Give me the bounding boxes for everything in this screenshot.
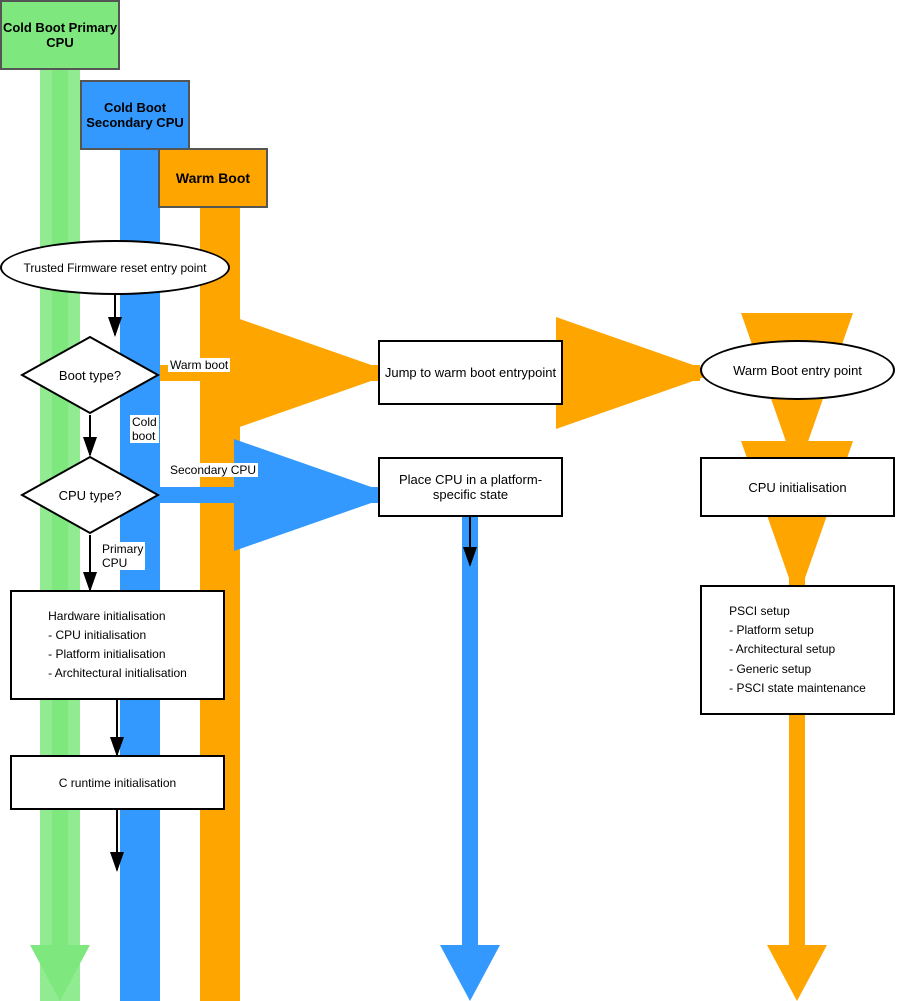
cold-boot-secondary-label: Cold Boot Secondary CPU xyxy=(80,80,190,150)
warm-boot-arrow-label: Warm boot xyxy=(168,358,230,372)
secondary-cpu-arrow-label: Secondary CPU xyxy=(168,463,258,477)
cpu-init-box: CPU initialisation xyxy=(700,457,895,517)
hw-init-box: Hardware initialisation - CPU initialisa… xyxy=(10,590,225,700)
primary-cpu-arrow-label: PrimaryCPU xyxy=(100,542,145,570)
diagram: Cold Boot Primary CPU Cold Boot Secondar… xyxy=(0,0,922,1001)
boot-type-diamond xyxy=(20,335,160,415)
place-cpu-box: Place CPU in a platform-specific state xyxy=(378,457,563,517)
warm-boot-entry-ellipse: Warm Boot entry point xyxy=(700,340,895,400)
tf-reset-ellipse: Trusted Firmware reset entry point xyxy=(0,240,230,295)
psci-box: PSCI setup - Platform setup - Architectu… xyxy=(700,585,895,715)
c-runtime-box: C runtime initialisation xyxy=(10,755,225,810)
cold-boot-arrow-label: Coldboot xyxy=(130,415,159,443)
warm-boot-label: Warm Boot xyxy=(158,148,268,208)
cold-boot-primary-label: Cold Boot Primary CPU xyxy=(0,0,120,70)
cpu-type-diamond xyxy=(20,455,160,535)
jump-warm-boot-box: Jump to warm boot entrypoint xyxy=(378,340,563,405)
